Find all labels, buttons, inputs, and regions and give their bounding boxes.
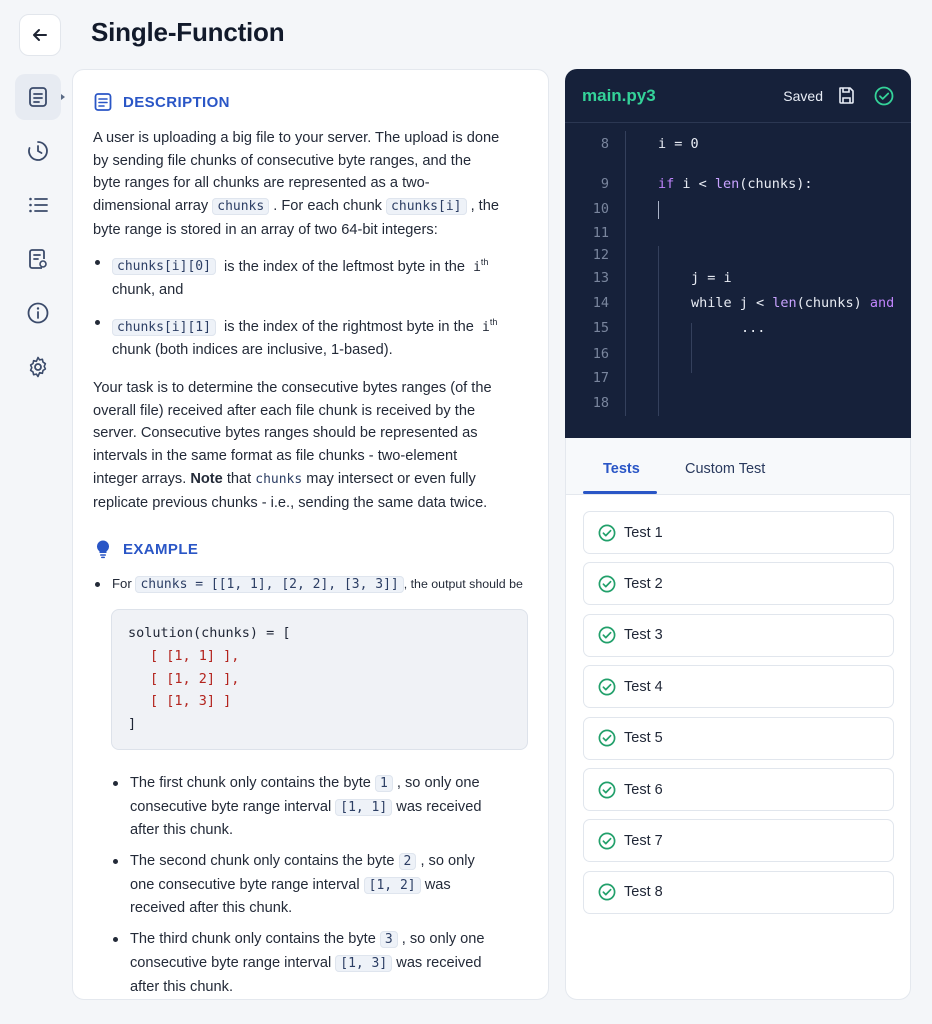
sidebar-item-notes[interactable]: [15, 236, 61, 282]
code-editor: main.py3 Saved 8 i = 0 9 if i < len(chun…: [565, 69, 911, 438]
test-label: Test 1: [624, 524, 663, 541]
test-item[interactable]: Test 4: [583, 665, 894, 709]
sidebar-item-list[interactable]: [15, 182, 61, 228]
example-heading: EXAMPLE: [93, 539, 533, 559]
test-label: Test 8: [624, 884, 663, 901]
settings-icon: [29, 356, 47, 378]
example-explanations: The first chunk only contains the byte 1…: [111, 772, 533, 998]
line-number: 15: [592, 320, 609, 336]
code-line: j = i: [691, 270, 732, 286]
line-number: 8: [600, 136, 609, 152]
check-circle-icon: [598, 883, 616, 901]
line-number: 9: [600, 176, 609, 192]
check-circle-icon: [598, 729, 616, 747]
code-line: while j < len(chunks) and: [691, 295, 895, 311]
line-number: 17: [592, 370, 609, 386]
tests-panel: Tests Custom Test Test 1 Test 2 Test 3 Test…: [565, 438, 911, 1000]
test-item[interactable]: Test 8: [583, 870, 894, 914]
test-label: Test 7: [624, 832, 663, 849]
list-icon: [29, 197, 48, 213]
description-panel: DESCRIPTION A user is uploading a big fi…: [72, 69, 549, 1000]
info-icon: [27, 302, 49, 324]
sidebar-item-settings[interactable]: [15, 344, 61, 390]
line-number: 14: [592, 295, 609, 311]
line-number: 10: [592, 201, 609, 217]
editor-filename: main.py3: [582, 85, 656, 105]
description-bullets: chunks[i][0] is the index of the leftmos…: [93, 251, 533, 363]
tab-tests[interactable]: Tests: [603, 461, 640, 477]
inline-code: chunks: [212, 198, 270, 216]
editor-header: main.py3 Saved: [565, 69, 911, 123]
code-line: ...: [741, 320, 766, 336]
chevron-right-icon: [61, 94, 65, 100]
line-number: 18: [592, 395, 609, 411]
check-circle-icon: [598, 524, 616, 542]
example-code-block: solution(chunks) = [ [ [1, 1] ], [ [1, 2…: [111, 608, 528, 750]
save-icon[interactable]: [837, 86, 856, 105]
description-heading: DESCRIPTION: [93, 92, 533, 112]
list-item: The second chunk only contains the byte …: [111, 850, 533, 920]
description-icon: [29, 87, 47, 107]
sidebar-item-history[interactable]: [15, 128, 61, 174]
test-label: Test 6: [624, 781, 663, 798]
test-item[interactable]: Test 5: [583, 716, 894, 760]
test-item[interactable]: Test 1: [583, 511, 894, 554]
test-item[interactable]: Test 7: [583, 819, 894, 863]
history-icon: [28, 141, 48, 161]
check-circle-icon: [598, 781, 616, 799]
sidebar-item-info[interactable]: [15, 290, 61, 336]
document-icon: [94, 93, 112, 111]
notes-icon: [29, 249, 47, 269]
list-item: The first chunk only contains the byte 1…: [111, 772, 533, 842]
line-number: 13: [592, 270, 609, 286]
check-circle-icon: [598, 678, 616, 696]
example-intro: For chunks = [[1, 1], [2, 2], [3, 3]], t…: [93, 573, 533, 597]
test-label: Test 2: [624, 575, 663, 592]
indent-guide: [691, 323, 692, 373]
back-button[interactable]: [19, 14, 61, 56]
indent-guide: [658, 246, 659, 416]
tests-tabs: Tests Custom Test: [566, 438, 910, 495]
active-tab-indicator: [583, 491, 657, 494]
sidebar-item-description[interactable]: [15, 74, 65, 120]
indent-guide: [625, 131, 626, 416]
test-item[interactable]: Test 6: [583, 768, 894, 811]
page-title: Single-Function: [91, 17, 285, 47]
list-item: chunks[i][1] is the index of the rightmo…: [93, 311, 533, 362]
save-status: Saved: [783, 87, 823, 104]
test-label: Test 3: [624, 627, 663, 644]
task-paragraph: Your task is to determine the consecutiv…: [93, 380, 492, 511]
test-label: Test 4: [624, 678, 663, 695]
line-number: 11: [592, 225, 609, 241]
line-number: 12: [592, 247, 609, 263]
list-item: The third chunk only contains the byte 3…: [111, 928, 533, 998]
description-paragraph: A user is uploading a big file to your s…: [93, 130, 500, 238]
test-item[interactable]: Test 2: [583, 562, 894, 606]
tab-custom-test[interactable]: Custom Test: [685, 461, 765, 477]
list-item: chunks[i][0] is the index of the leftmos…: [93, 251, 533, 302]
test-label: Test 5: [624, 730, 663, 747]
check-circle-icon: [598, 575, 616, 593]
text-cursor: [658, 201, 659, 219]
inline-code: chunks[i]: [386, 198, 467, 216]
check-circle-icon: [598, 832, 616, 850]
arrow-left-icon: [33, 29, 47, 41]
test-item[interactable]: Test 3: [583, 613, 894, 657]
check-circle-icon: [874, 86, 894, 106]
check-circle-icon: [598, 626, 616, 644]
list-item: For chunks = [[1, 1], [2, 2], [3, 3]], t…: [93, 573, 533, 597]
line-number: 16: [592, 346, 609, 362]
code-line: if i < len(chunks):: [658, 176, 813, 192]
lightbulb-icon: [96, 540, 110, 559]
sidebar: [10, 74, 66, 398]
code-line: i = 0: [658, 136, 699, 152]
